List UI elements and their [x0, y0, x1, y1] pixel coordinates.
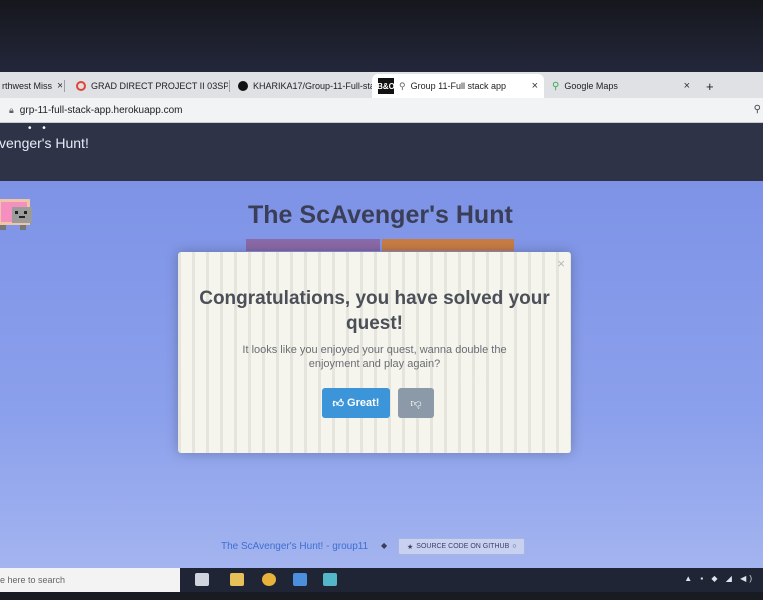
tab-northwest[interactable]: rthwest Miss ×: [0, 74, 62, 98]
close-icon[interactable]: ×: [57, 80, 62, 92]
great-label: Great!: [347, 397, 380, 409]
close-icon[interactable]: ×: [532, 80, 538, 92]
file-explorer-icon[interactable]: [230, 573, 244, 586]
maps-pin-icon: ⚲: [552, 80, 560, 92]
windows-taskbar: e here to search ▲ ▪ ◆ ◢ ◀): [0, 568, 763, 592]
taskbar-search[interactable]: e here to search: [0, 568, 180, 592]
plus-icon: +: [706, 78, 714, 94]
site-navbar: • • venger's Hunt!: [0, 123, 763, 181]
new-tab-button[interactable]: +: [700, 74, 726, 98]
star-icon: ★: [407, 543, 414, 551]
tab-grad-project[interactable]: GRAD DIRECT PROJECT II 03SP ×: [70, 74, 228, 98]
modal-message: It looks like you enjoyed your quest, wa…: [242, 344, 507, 370]
page-title: The ScAvenger's Hunt: [248, 201, 513, 229]
location-pin-icon: ⚲: [399, 80, 406, 91]
purple-tab[interactable]: [246, 239, 380, 251]
tab-label: Group 11-Full stack app: [410, 81, 506, 91]
zoom-icon[interactable]: [293, 573, 307, 586]
tab-group11-active[interactable]: B&O ⚲ Group 11-Full stack app ×: [372, 74, 544, 98]
system-tray[interactable]: ▲ ▪ ◆ ◢ ◀): [684, 574, 755, 583]
modal-title: Congratulations, you have solved your qu…: [199, 288, 550, 334]
url-text[interactable]: grp-11-full-stack-app.herokuapp.com: [20, 105, 183, 116]
github-icon: ○: [512, 543, 517, 550]
browser-tab-strip: rthwest Miss × GRAD DIRECT PROJECT II 03…: [0, 72, 763, 98]
great-button[interactable]: 👍︎ Great!: [322, 388, 390, 418]
tab-label: rthwest Miss: [2, 81, 53, 91]
footer-link[interactable]: The ScAvenger's Hunt! - group11: [221, 541, 368, 552]
monitor-bezel-top: [0, 0, 763, 72]
orange-tab[interactable]: [382, 239, 514, 251]
red-circle-favicon-icon: [76, 81, 86, 91]
close-icon[interactable]: ×: [684, 80, 690, 92]
app-icon[interactable]: [323, 573, 337, 586]
nyan-cat-icon: [0, 199, 32, 230]
task-view-icon[interactable]: [195, 573, 209, 586]
github-icon: [238, 81, 248, 91]
congratulations-modal: × Congratulations, you have solved your …: [178, 252, 571, 453]
tab-divider: [229, 80, 230, 92]
search-placeholder: e here to search: [0, 575, 66, 585]
lock-icon: 🔒︎: [9, 104, 14, 115]
thumbs-up-icon: 👍︎: [332, 397, 345, 410]
address-bar[interactable]: 🔒︎ grp-11-full-stack-app.herokuapp.com ⚲: [0, 98, 763, 123]
footer-separator: ◆: [381, 541, 388, 550]
source-code-label: SOURCE CODE ON GITHUB: [416, 543, 510, 550]
navbar-brand[interactable]: venger's Hunt!: [0, 135, 89, 151]
tab-github[interactable]: KHARIKA17/Group-11-Full-sta: [232, 74, 372, 98]
thumbs-down-icon: 👎︎: [410, 397, 422, 410]
navbar-dots: • •: [28, 123, 50, 134]
tab-label: Google Maps: [564, 81, 618, 91]
tab-label: GRAD DIRECT PROJECT II 03SP: [91, 81, 228, 91]
thumbs-down-button[interactable]: 👎︎: [398, 388, 434, 418]
bo-badge-icon: B&O: [377, 78, 395, 94]
chrome-icon[interactable]: [262, 573, 276, 586]
source-code-button[interactable]: ★ SOURCE CODE ON GITHUB ○: [398, 538, 526, 555]
tab-label: KHARIKA17/Group-11-Full-sta: [253, 81, 372, 91]
location-icon[interactable]: ⚲: [754, 104, 761, 115]
monitor-bezel-bottom: [0, 592, 763, 600]
tab-divider: [64, 80, 65, 92]
tab-google-maps[interactable]: ⚲ Google Maps ×: [546, 74, 696, 98]
close-icon[interactable]: ×: [557, 256, 565, 271]
